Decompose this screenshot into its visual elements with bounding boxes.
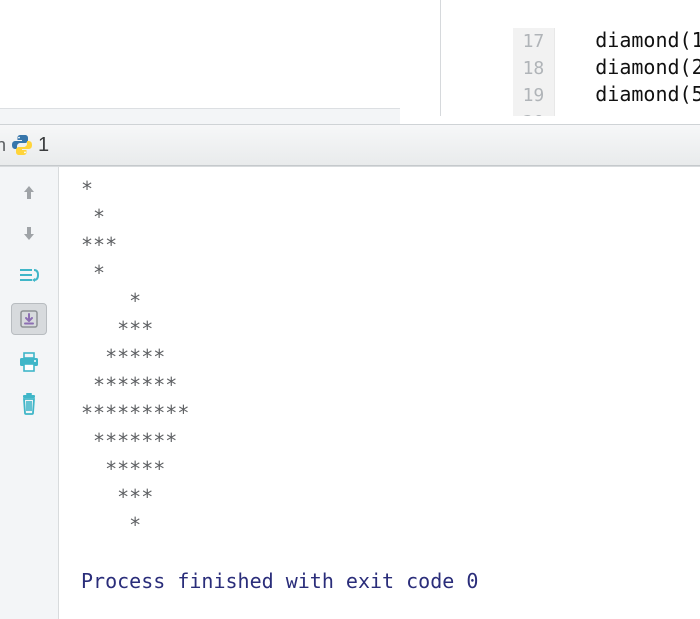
tab-number[interactable]: 1 <box>38 134 49 157</box>
print-icon <box>18 352 40 372</box>
scroll-to-end-button[interactable] <box>11 303 47 335</box>
output-text: * * *** * * *** ***** ******* ********* … <box>81 177 189 537</box>
exit-message: Process finished with exit code 0 <box>81 569 478 593</box>
code-text: diamond(5 <box>555 81 700 108</box>
trash-icon <box>19 393 39 415</box>
soft-wrap-icon <box>18 267 40 285</box>
soft-wrap-button[interactable] <box>12 261 46 291</box>
python-icon <box>10 133 34 157</box>
console-toolbar <box>0 167 59 619</box>
editor-strip <box>0 108 400 125</box>
tab-label-fragment: n <box>0 135 6 156</box>
scroll-down-button[interactable] <box>12 219 46 249</box>
line-number: 19 <box>513 82 555 109</box>
print-button[interactable] <box>12 347 46 377</box>
editor-blank-area <box>0 0 440 116</box>
clear-all-button[interactable] <box>12 389 46 419</box>
scroll-to-end-icon <box>19 309 39 329</box>
scroll-up-button[interactable] <box>12 177 46 207</box>
code-text: diamond(2 <box>555 54 700 81</box>
line-number: 20 <box>513 109 555 116</box>
arrow-up-icon <box>20 183 38 201</box>
code-text: diamond(1 <box>555 27 700 54</box>
editor-line[interactable]: 17diamond(1 <box>441 0 700 27</box>
run-tab-bar: n 1 <box>0 124 700 166</box>
console-output[interactable]: * * *** * * *** ***** ******* ********* … <box>59 167 700 619</box>
line-number: 18 <box>513 55 555 82</box>
arrow-down-icon <box>20 225 38 243</box>
code-editor[interactable]: 17diamond(1 18diamond(2 19diamond(5 20 <box>440 0 700 116</box>
line-number: 17 <box>513 28 555 55</box>
upper-region: 17diamond(1 18diamond(2 19diamond(5 20 <box>0 0 700 116</box>
console-panel: * * *** * * *** ***** ******* ********* … <box>0 166 700 619</box>
